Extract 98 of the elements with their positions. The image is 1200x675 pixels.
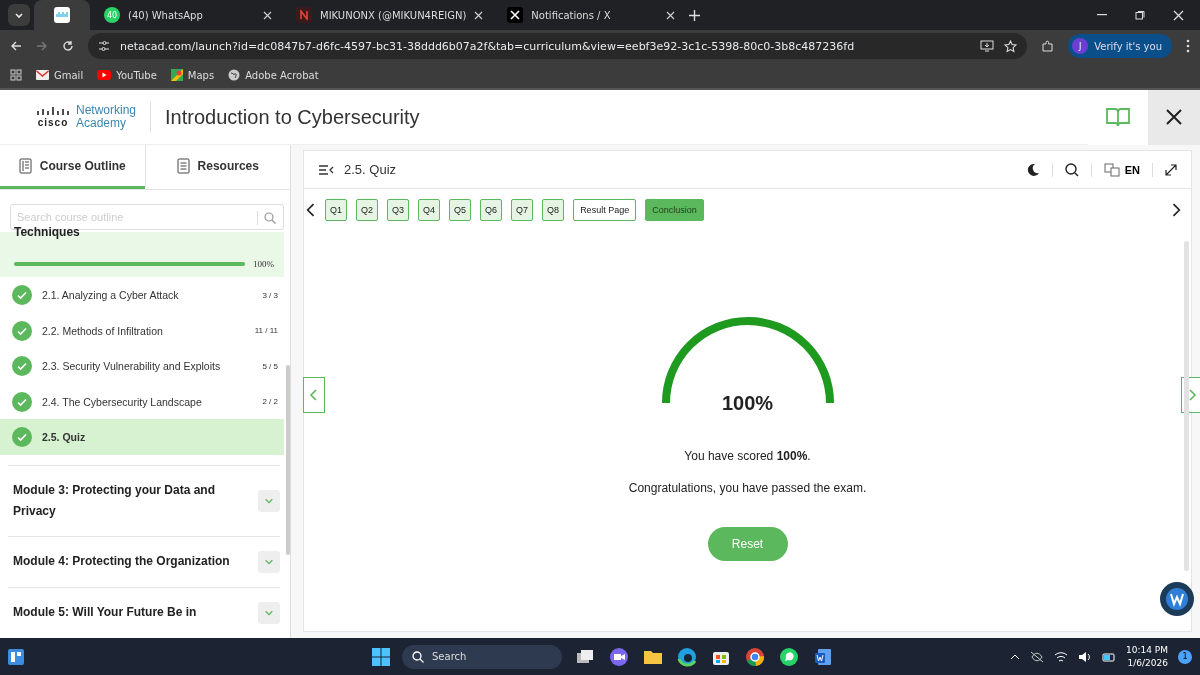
site-settings-icon[interactable] [98,40,110,52]
browser-tab[interactable]: 40 (40) WhatsApp [94,0,282,30]
avatar-icon: J [1072,38,1089,54]
outline-item[interactable]: 2.3. Security Vulnerability and Exploits 5 / 5 [0,348,284,384]
check-circle-icon [12,356,32,377]
video-call-icon[interactable] [608,645,630,668]
quiz-page-tab[interactable]: Q8 [542,199,565,221]
play-icon [97,70,112,80]
quiz-page-tab[interactable]: Q7 [511,199,534,221]
close-button[interactable] [1148,89,1200,145]
language-button[interactable]: EN [1103,162,1140,177]
restore-icon[interactable] [1135,10,1145,20]
check-circle-icon [12,320,32,341]
mail-icon [36,70,49,80]
reload-icon[interactable] [62,40,74,52]
moon-icon[interactable] [1026,163,1040,176]
logo-text: cisco [37,116,69,128]
forward-icon[interactable] [36,40,48,52]
chrome-icon[interactable] [744,645,766,668]
bookmark[interactable]: Maps [170,69,215,81]
back-icon[interactable] [10,40,22,52]
bars-icon [56,11,68,19]
puzzle-icon[interactable] [1041,39,1055,53]
expand-icon[interactable] [1165,163,1177,176]
browser-tab[interactable] [34,0,90,30]
check-circle-icon [12,427,32,448]
close-icon[interactable] [263,10,272,20]
outline-item[interactable]: 2.2. Methods of Infiltration 11 / 11 [0,313,284,349]
check-circle-icon [12,285,32,306]
tab-title: Notifications / X [531,9,612,21]
bookmark[interactable]: YouTube [97,69,157,81]
taskbar-search[interactable]: Search [402,644,562,669]
result-message: Congratulations, you have passed the exam. [628,481,867,495]
close-icon[interactable] [1173,9,1184,21]
speaker-icon[interactable] [1078,650,1092,663]
bookmark[interactable]: Adobe Acrobat [228,69,319,81]
module-title[interactable]: Module 5: Will Your Future Be in [13,602,248,624]
bridge-logo-icon [36,106,70,117]
chat-icon[interactable] [778,645,800,668]
minimize-icon[interactable] [1097,14,1107,16]
bookmark[interactable]: Gmail [36,69,84,81]
badge: 40 [104,7,120,23]
browser-tab[interactable]: Notifications / X [497,0,686,30]
tab-title: MIKUNONX (@MIKUN4REIGN) [320,9,467,21]
start-icon[interactable] [372,647,390,666]
quiz-page-tab[interactable]: Result Page [573,199,637,221]
logo-caption: Networking Academy [76,104,137,130]
close-icon[interactable] [474,10,484,20]
module-title[interactable]: Module 3: Protecting your Data and Privacy [13,480,248,522]
score-value: 100% [720,392,775,415]
collapse-menu-icon[interactable] [318,163,334,176]
chevron-right-icon [1186,389,1198,401]
profile-button[interactable]: J Verify it's you [1068,34,1172,58]
browser-tab[interactable]: MIKUNONX (@MIKUN4REIGN) [286,0,494,30]
quiz-page-tab[interactable]: Conclusion [645,199,704,221]
translate-icon [1103,162,1120,177]
quiz-page-tab[interactable]: Q4 [418,199,441,221]
document-icon [18,157,32,174]
no-location-icon[interactable] [1030,650,1044,663]
breadcrumb: 2.5. Quiz [344,162,397,177]
install-icon[interactable] [980,40,995,52]
quiz-page-tab[interactable]: Q5 [449,199,472,221]
search-icon [412,650,424,663]
star-icon[interactable] [1004,39,1018,53]
document-icon [176,157,190,174]
address-bar[interactable]: netacad.com/launch?id=dc0847b7-d6fc-4597-bc31-38ddd6b07a2f&tab=curriculum&view=eebf3e92-3c1c-5398-80c0-3b8c487236fd [88,33,1028,59]
quiz-page-tab[interactable]: Q6 [480,199,503,221]
notification-badge[interactable]: 1 [1178,649,1192,664]
close-icon[interactable] [666,10,676,20]
outline-item[interactable]: 2.4. The Cybersecurity Landscape 2 / 2 [0,384,284,420]
quiz-page-tab[interactable]: Q3 [387,199,410,221]
map-pin-icon [170,69,183,81]
tab-list-button[interactable] [8,4,30,26]
check-circle-icon [12,391,32,412]
chevron-up-icon[interactable] [1010,653,1020,660]
tab-title: (40) WhatsApp [128,9,204,21]
score-message: You have scored 100%. [684,449,811,463]
chat-assistant-icon[interactable] [1159,581,1195,617]
battery-icon[interactable] [1102,651,1116,662]
close-icon [1166,109,1182,125]
widgets-icon[interactable] [8,648,24,665]
course-title: Introduction to Cybersecurity [165,105,420,129]
outline-item[interactable]: 2.1. Analyzing a Cyber Attack 3 / 3 [0,277,284,313]
new-tab-icon[interactable] [689,9,701,21]
clock[interactable]: 10:14 PM 1/6/2026 [1126,643,1168,670]
wifi-icon[interactable] [1054,650,1068,663]
search-icon[interactable] [1064,162,1079,177]
globe-icon [228,69,241,81]
module-title[interactable]: Module 4: Protecting the Organization [13,551,248,573]
quiz-page-tab[interactable]: Q1 [325,199,347,221]
chevron-left-icon [308,389,320,401]
progress-percent: 100% [253,259,274,270]
previous-arrow[interactable] [306,202,316,218]
apps-icon[interactable] [10,69,22,81]
menu-icon[interactable] [1186,39,1190,53]
browser-icon[interactable] [676,645,698,668]
outline-item[interactable]: 2.5. Quiz [0,419,284,455]
quiz-page-tab[interactable]: Q2 [356,199,379,221]
